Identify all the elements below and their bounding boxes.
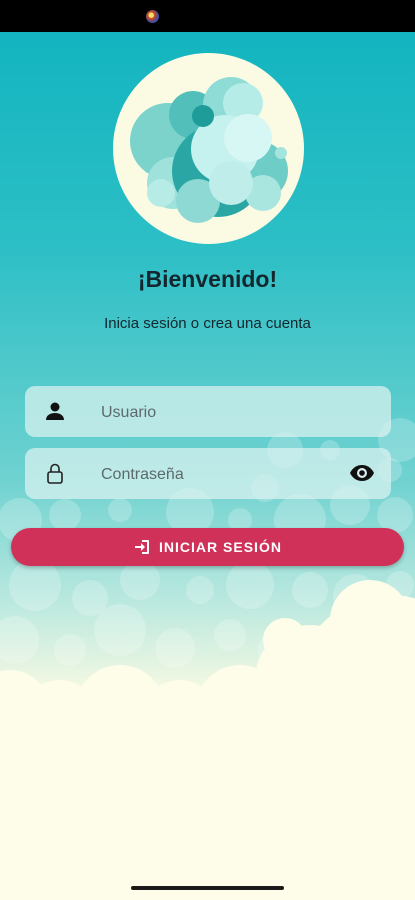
password-input[interactable] [99,448,333,501]
password-field [25,448,391,501]
status-bar [0,0,415,32]
login-button[interactable]: INICIAR SESIÓN [11,528,404,566]
home-indicator[interactable] [131,886,284,890]
login-button-label: INICIAR SESIÓN [159,539,282,555]
page-subtitle: Inicia sesión o crea una cuenta [104,315,311,332]
page-title: ¡Bienvenido! [137,266,278,292]
eye-icon[interactable] [349,461,375,485]
lock-icon [47,463,63,484]
notification-icon [146,10,159,23]
person-icon [46,402,64,420]
app-logo [113,53,304,244]
login-icon [135,540,150,554]
username-input[interactable] [99,386,333,439]
username-field [25,386,391,439]
